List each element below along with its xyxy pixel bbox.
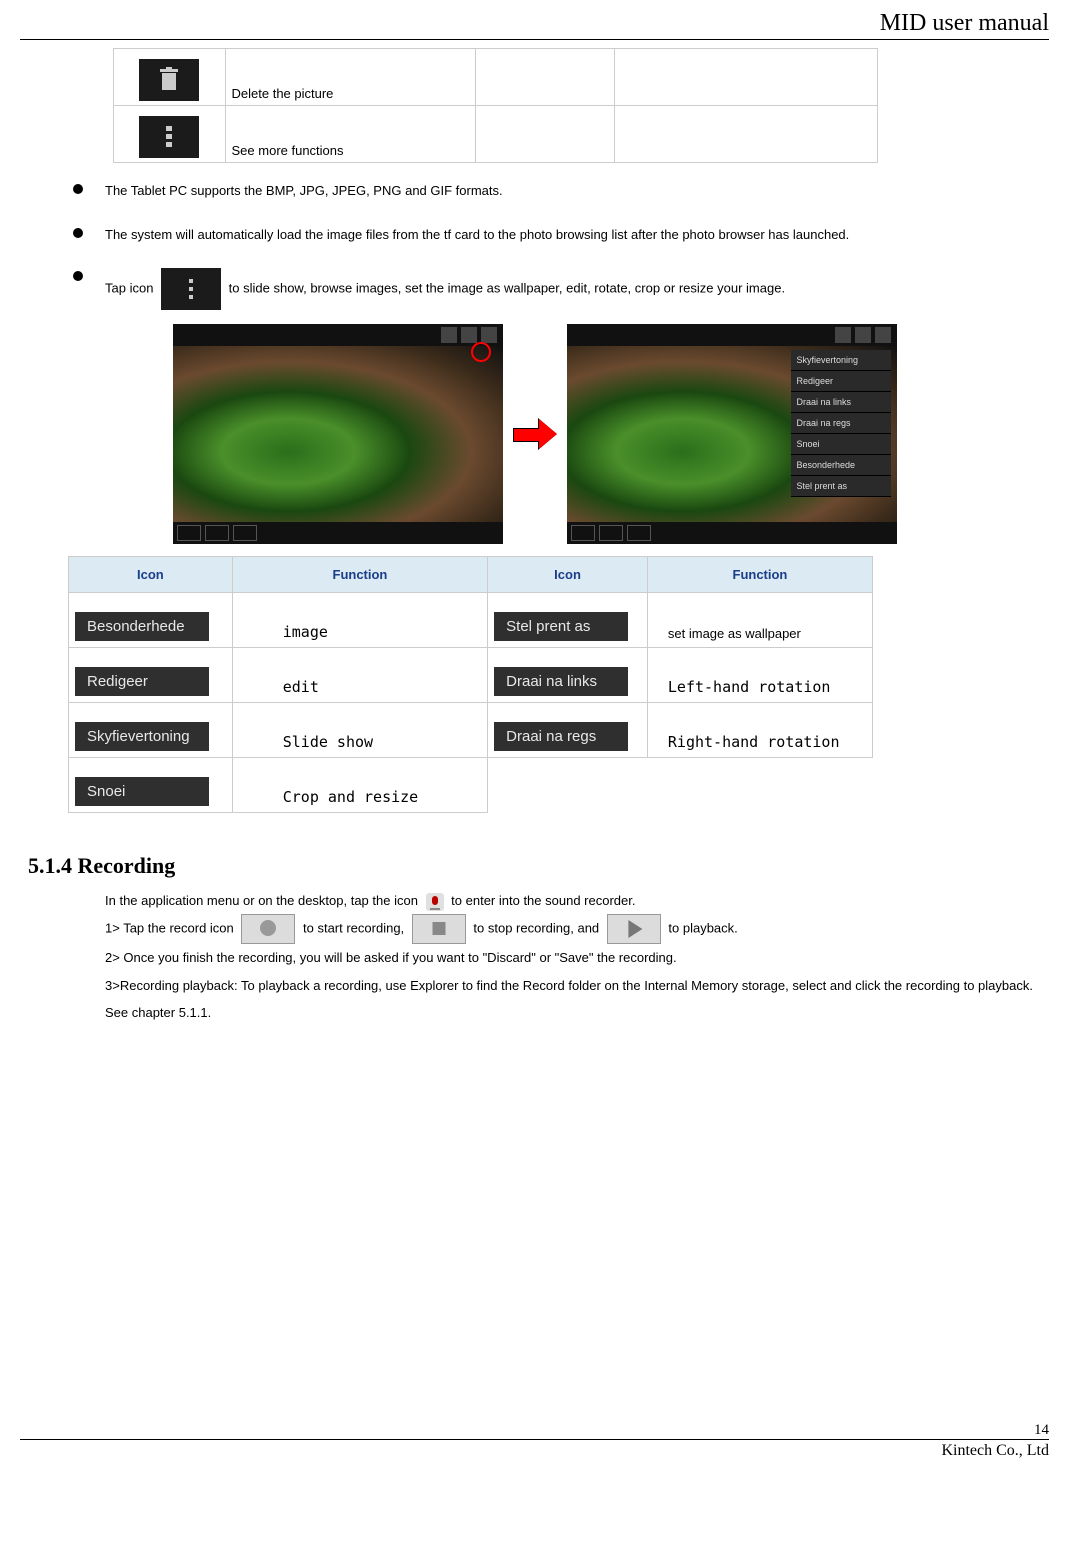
text-after: to slide show, browse images, set the im… <box>229 280 785 295</box>
col-header: Icon <box>488 557 648 593</box>
record-button-icon <box>241 914 295 944</box>
menu-item: Snoei <box>791 434 891 455</box>
trash-icon <box>139 59 199 101</box>
text: to stop recording, and <box>473 921 602 936</box>
menu-button-icon: Redigeer <box>75 667 209 696</box>
menu-button-icon: Skyfievertoning <box>75 722 209 751</box>
function-label: Right-hand rotation <box>647 703 872 758</box>
red-arrow-icon <box>513 419 557 449</box>
recorder-app-icon <box>426 893 444 911</box>
icon-label: See more functions <box>225 106 476 163</box>
more-icon <box>139 116 199 158</box>
more-icon <box>161 268 221 310</box>
paragraph: In the application menu or on the deskto… <box>105 887 1049 1026</box>
table-row: Redigeer edit Draai na links Left-hand r… <box>69 648 873 703</box>
col-header: Function <box>232 557 487 593</box>
menu-item: Skyfievertoning <box>791 350 891 371</box>
menu-button-icon: Stel prent as <box>494 612 628 641</box>
function-table: Icon Function Icon Function Besonderhede… <box>68 556 873 813</box>
text: to playback. <box>668 921 737 936</box>
text: to enter into the sound recorder. <box>451 893 635 908</box>
page-number: 14 <box>20 1422 1049 1439</box>
context-menu: Skyfievertoning Redigeer Draai na links … <box>791 350 891 497</box>
table-row: See more functions <box>114 106 878 163</box>
play-button-icon <box>607 914 661 944</box>
text: In the application menu or on the deskto… <box>105 893 422 908</box>
table-row: Besonderhede image Stel prent as set ima… <box>69 593 873 648</box>
document-header: MID user manual <box>20 10 1049 37</box>
menu-button-icon: Draai na links <box>494 667 628 696</box>
company-name: Kintech Co., Ltd <box>20 1442 1049 1460</box>
top-icon-table: Delete the picture See more functions <box>113 48 878 163</box>
table-row: Skyfievertoning Slide show Draai na regs… <box>69 703 873 758</box>
menu-item: Draai na links <box>791 392 891 413</box>
bullet-list: The Tablet PC supports the BMP, JPG, JPE… <box>65 181 1049 310</box>
screenshot-right: Skyfievertoning Redigeer Draai na links … <box>567 324 897 544</box>
function-label: image <box>232 593 487 648</box>
function-label: Left-hand rotation <box>647 648 872 703</box>
menu-item: Draai na regs <box>791 413 891 434</box>
text-before: Tap icon <box>105 280 153 295</box>
function-label: Slide show <box>232 703 487 758</box>
menu-item: Besonderhede <box>791 455 891 476</box>
icon-label: Delete the picture <box>225 49 476 106</box>
function-label: set image as wallpaper <box>647 593 872 648</box>
text: 3>Recording playback: To playback a reco… <box>105 978 1033 1020</box>
page-footer: 14 Kintech Co., Ltd <box>20 1422 1049 1460</box>
menu-button-icon: Besonderhede <box>75 612 209 641</box>
menu-item: Redigeer <box>791 371 891 392</box>
function-label: Crop and resize <box>232 758 487 813</box>
screenshot-row: Skyfievertoning Redigeer Draai na links … <box>20 324 1049 544</box>
table-row: Snoei Crop and resize <box>69 758 873 813</box>
menu-button-icon: Draai na regs <box>494 722 628 751</box>
menu-button-icon: Snoei <box>75 777 209 806</box>
col-header: Icon <box>69 557 233 593</box>
header-rule <box>20 39 1049 40</box>
menu-item: Stel prent as <box>791 476 891 497</box>
text: 1> Tap the record icon <box>105 921 237 936</box>
table-row: Delete the picture <box>114 49 878 106</box>
list-item: The Tablet PC supports the BMP, JPG, JPE… <box>65 181 1049 201</box>
footer-rule <box>20 1439 1049 1440</box>
list-item: Tap icon to slide show, browse images, s… <box>65 268 1049 310</box>
text: 2> Once you finish the recording, you wi… <box>105 950 677 965</box>
function-label: edit <box>232 648 487 703</box>
col-header: Function <box>647 557 872 593</box>
screenshot-left <box>173 324 503 544</box>
stop-button-icon <box>412 914 466 944</box>
text: to start recording, <box>303 921 408 936</box>
list-item: The system will automatically load the i… <box>65 225 1049 245</box>
highlight-circle-icon <box>471 342 491 362</box>
section-heading: 5.1.4 Recording <box>28 853 1049 879</box>
